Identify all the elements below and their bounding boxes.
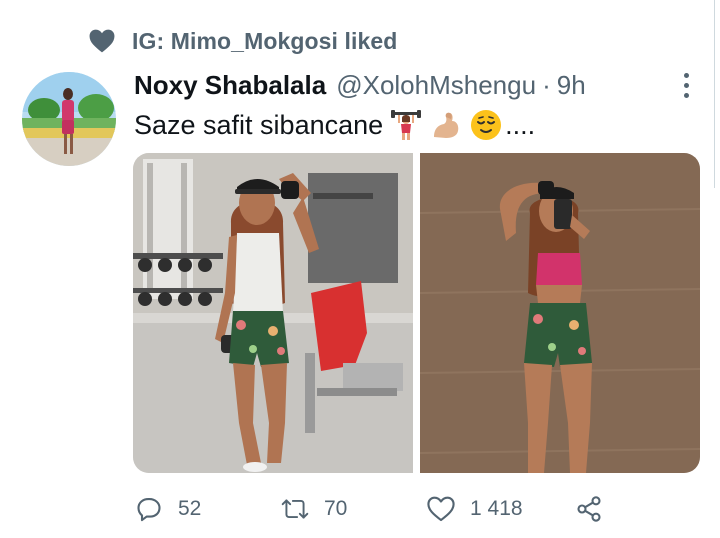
- social-context[interactable]: IG: Mimo_Mokgosi liked: [88, 26, 397, 56]
- heart-icon: [88, 28, 116, 54]
- mirror-selfie-photo[interactable]: [420, 153, 700, 473]
- gym-photo[interactable]: [133, 153, 413, 473]
- more-options-button[interactable]: [674, 70, 698, 100]
- like-heart-icon: [426, 494, 456, 524]
- like-button[interactable]: 1 418: [426, 492, 523, 526]
- author-display-name[interactable]: Noxy Shabalala: [134, 70, 326, 101]
- more-dot: [683, 72, 689, 78]
- avatar[interactable]: [22, 72, 116, 166]
- reply-count: 52: [178, 497, 202, 520]
- tweet-body-text: Saze safit sibancane: [134, 109, 384, 140]
- reply-button[interactable]: 52: [134, 492, 201, 526]
- liked-by-text: IG: Mimo_Mokgosi liked: [132, 27, 398, 54]
- flexed-biceps-emoji: [429, 108, 463, 142]
- share-button[interactable]: [574, 492, 604, 526]
- trailing-ellipsis: ....: [505, 109, 536, 140]
- retweet-count: 70: [324, 497, 348, 520]
- tweet-text: Saze safit sibancane ....: [134, 106, 535, 144]
- scrollbar[interactable]: [714, 0, 720, 188]
- tweet-header: Noxy Shabalala @XolohMshengu · 9h: [134, 68, 586, 102]
- separator-dot: ·: [542, 69, 551, 100]
- share-icon: [574, 494, 604, 524]
- tweet-media: [133, 153, 700, 473]
- author-handle[interactable]: @XolohMshengu: [336, 70, 536, 101]
- like-count: 1 418: [470, 497, 523, 520]
- tweet-timestamp[interactable]: 9h: [557, 70, 586, 101]
- woman-lifting-weights-emoji: [389, 108, 423, 142]
- more-dot: [683, 92, 689, 98]
- retweet-button[interactable]: 70: [280, 492, 347, 526]
- retweet-icon: [280, 494, 310, 524]
- reply-icon: [134, 494, 164, 524]
- tweet-actions: 52 70 1 418: [134, 492, 614, 526]
- more-dot: [683, 82, 689, 88]
- relieved-face-emoji: [469, 108, 503, 142]
